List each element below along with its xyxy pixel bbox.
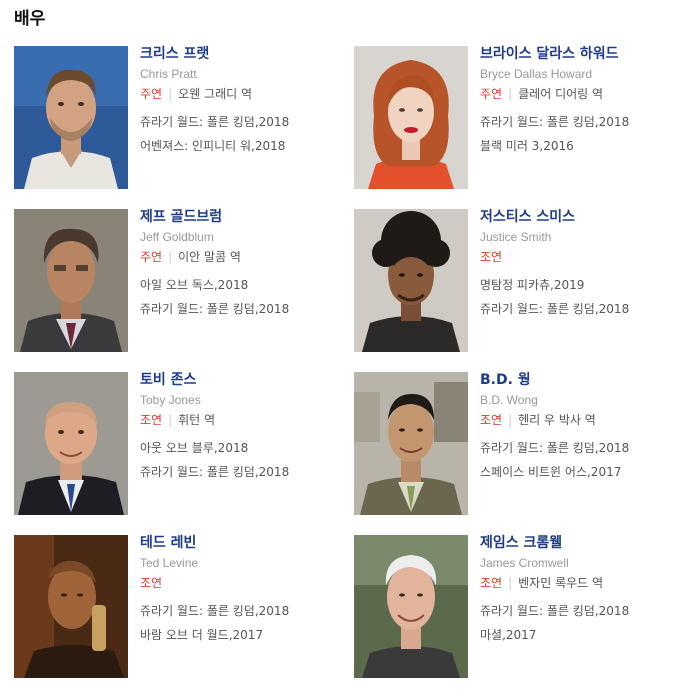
role-line: 조연 | 벤자민 록우드 역 — [480, 575, 690, 591]
role-badge: 조연 — [480, 576, 503, 590]
role-line: 조연 — [480, 249, 690, 265]
actor-photo-ted-levine[interactable] — [14, 535, 128, 678]
actor-photo-bryce-dallas-howard[interactable] — [354, 46, 468, 189]
actor-name[interactable]: 토비 존스 — [140, 372, 350, 389]
actor-name[interactable]: 저스티스 스미스 — [480, 209, 690, 226]
role-line: 조연 — [140, 575, 350, 591]
actor-card: 크리스 프랫 Chris Pratt 주연 | 오웬 그래디 역 쥬라기 월드: 폴… — [14, 46, 344, 191]
filmography-list: 쥬라기 월드: 폴른 킹덤,2018 어벤져스: 인피니티 워,2018 — [140, 114, 350, 154]
actor-info: 토비 존스 Toby Jones 조연 | 휘턴 역 아웃 오브 블루,2018 쥬… — [140, 372, 350, 488]
actor-name[interactable]: 테드 레빈 — [140, 535, 350, 552]
actor-photo-chris-pratt[interactable] — [14, 46, 128, 189]
character-name: 오웬 그래디 역 — [178, 87, 253, 101]
actor-english-name: James Cromwell — [480, 556, 569, 570]
role-divider: | — [508, 576, 513, 590]
role-badge: 주연 — [140, 87, 163, 101]
actor-name[interactable]: 브라이스 달라스 하워드 — [480, 46, 690, 63]
actor-english-name: Jeff Goldblum — [140, 230, 214, 244]
character-name: 이안 말콤 역 — [178, 250, 241, 264]
role-line: 조연 | 헨리 우 박사 역 — [480, 412, 690, 428]
filmography-list: 쥬라기 월드: 폴른 킹덤,2018 바람 오브 더 월드,2017 — [140, 603, 350, 643]
character-name: 헨리 우 박사 역 — [518, 413, 596, 427]
actor-card: 제임스 크롬웰 James Cromwell 조연 | 벤자민 록우드 역 쥬라기 … — [354, 535, 684, 680]
filmography-list: 아웃 오브 블루,2018 쥬라기 월드: 폴른 킹덤,2018 — [140, 440, 350, 480]
actor-info: 테드 레빈 Ted Levine 조연 쥬라기 월드: 폴른 킹덤,2018 바… — [140, 535, 350, 651]
actor-card: 제프 골드브럼 Jeff Goldblum 주연 | 이안 말콤 역 아일 오브 독… — [14, 209, 344, 354]
filmography-list: 쥬라기 월드: 폴른 킹덤,2018 스페이스 비트윈 어스,2017 — [480, 440, 690, 480]
role-line: 주연 | 클레어 디어링 역 — [480, 86, 690, 102]
filmography-item[interactable]: 스페이스 비트윈 어스,2017 — [480, 464, 690, 480]
actor-photo-justice-smith[interactable] — [354, 209, 468, 352]
filmography-item[interactable]: 마셜,2017 — [480, 627, 690, 643]
filmography-item[interactable]: 블랙 미러 3,2016 — [480, 138, 690, 154]
actor-english-name: B.D. Wong — [480, 393, 538, 407]
role-badge: 주연 — [140, 250, 163, 264]
filmography-item[interactable]: 아웃 오브 블루,2018 — [140, 440, 350, 456]
section-title: 배우 — [14, 9, 46, 29]
actor-english-name: Ted Levine — [140, 556, 199, 570]
role-line: 조연 | 휘턴 역 — [140, 412, 350, 428]
actor-photo-james-cromwell[interactable] — [354, 535, 468, 678]
actor-english-name: Bryce Dallas Howard — [480, 67, 593, 81]
role-line: 주연 | 오웬 그래디 역 — [140, 86, 350, 102]
filmography-item[interactable]: 쥬라기 월드: 폴른 킹덤,2018 — [480, 603, 690, 619]
filmography-item[interactable]: 쥬라기 월드: 폴른 킹덤,2018 — [140, 603, 350, 619]
actor-info: 브라이스 달라스 하워드 Bryce Dallas Howard 주연 | 클레어 … — [480, 46, 690, 162]
filmography-item[interactable]: 쥬라기 월드: 폴른 킹덤,2018 — [140, 114, 350, 130]
actor-name[interactable]: B.D. 웡 — [480, 372, 690, 389]
actor-english-name: Justice Smith — [480, 230, 552, 244]
filmography-item[interactable]: 명탐정 피카츄,2019 — [480, 277, 690, 293]
actor-card: 토비 존스 Toby Jones 조연 | 휘턴 역 아웃 오브 블루,2018 쥬… — [14, 372, 344, 517]
filmography-item[interactable]: 쥬라기 월드: 폴른 킹덤,2018 — [480, 114, 690, 130]
actor-info: 저스티스 스미스 Justice Smith 조연 명탐정 피카츄,2019 쥬… — [480, 209, 690, 325]
actor-card: B.D. 웡 B.D. Wong 조연 | 헨리 우 박사 역 쥬라기 월드: 폴른… — [354, 372, 684, 517]
role-line: 주연 | 이안 말콤 역 — [140, 249, 350, 265]
role-badge: 조연 — [480, 413, 503, 427]
actor-info: 제프 골드브럼 Jeff Goldblum 주연 | 이안 말콤 역 아일 오브 독… — [140, 209, 350, 325]
character-name: 휘턴 역 — [178, 413, 216, 427]
filmography-item[interactable]: 쥬라기 월드: 폴른 킹덤,2018 — [140, 301, 350, 317]
actor-name[interactable]: 제임스 크롬웰 — [480, 535, 690, 552]
role-badge: 조연 — [480, 250, 503, 264]
filmography-item[interactable]: 쥬라기 월드: 폴른 킹덤,2018 — [480, 301, 690, 317]
role-divider: | — [508, 413, 513, 427]
filmography-item[interactable]: 아일 오브 독스,2018 — [140, 277, 350, 293]
role-divider: | — [168, 87, 173, 101]
actor-name[interactable]: 제프 골드브럼 — [140, 209, 350, 226]
actor-card: 저스티스 스미스 Justice Smith 조연 명탐정 피카츄,2019 쥬… — [354, 209, 684, 354]
role-badge: 주연 — [480, 87, 503, 101]
role-badge: 조연 — [140, 413, 163, 427]
filmography-list: 쥬라기 월드: 폴른 킹덤,2018 블랙 미러 3,2016 — [480, 114, 690, 154]
actor-info: 제임스 크롬웰 James Cromwell 조연 | 벤자민 록우드 역 쥬라기 … — [480, 535, 690, 651]
actor-english-name: Toby Jones — [140, 393, 201, 407]
filmography-list: 명탐정 피카츄,2019 쥬라기 월드: 폴른 킹덤,2018 — [480, 277, 690, 317]
actor-english-name: Chris Pratt — [140, 67, 197, 81]
actor-photo-bd-wong[interactable] — [354, 372, 468, 515]
actor-name[interactable]: 크리스 프랫 — [140, 46, 350, 63]
role-divider: | — [508, 87, 513, 101]
character-name: 벤자민 록우드 역 — [518, 576, 604, 590]
filmography-list: 쥬라기 월드: 폴른 킹덤,2018 마셜,2017 — [480, 603, 690, 643]
role-divider: | — [168, 413, 173, 427]
filmography-list: 아일 오브 독스,2018 쥬라기 월드: 폴른 킹덤,2018 — [140, 277, 350, 317]
actor-photo-jeff-goldblum[interactable] — [14, 209, 128, 352]
role-divider: | — [168, 250, 173, 264]
actor-card: 브라이스 달라스 하워드 Bryce Dallas Howard 주연 | 클레어 … — [354, 46, 684, 191]
filmography-item[interactable]: 쥬라기 월드: 폴른 킹덤,2018 — [140, 464, 350, 480]
actor-card: 테드 레빈 Ted Levine 조연 쥬라기 월드: 폴른 킹덤,2018 바… — [14, 535, 344, 680]
actor-photo-toby-jones[interactable] — [14, 372, 128, 515]
actor-info: 크리스 프랫 Chris Pratt 주연 | 오웬 그래디 역 쥬라기 월드: 폴… — [140, 46, 350, 162]
filmography-item[interactable]: 쥬라기 월드: 폴른 킹덤,2018 — [480, 440, 690, 456]
role-badge: 조연 — [140, 576, 163, 590]
character-name: 클레어 디어링 역 — [518, 87, 604, 101]
filmography-item[interactable]: 바람 오브 더 월드,2017 — [140, 627, 350, 643]
filmography-item[interactable]: 어벤져스: 인피니티 워,2018 — [140, 138, 350, 154]
actor-info: B.D. 웡 B.D. Wong 조연 | 헨리 우 박사 역 쥬라기 월드: 폴른… — [480, 372, 690, 488]
